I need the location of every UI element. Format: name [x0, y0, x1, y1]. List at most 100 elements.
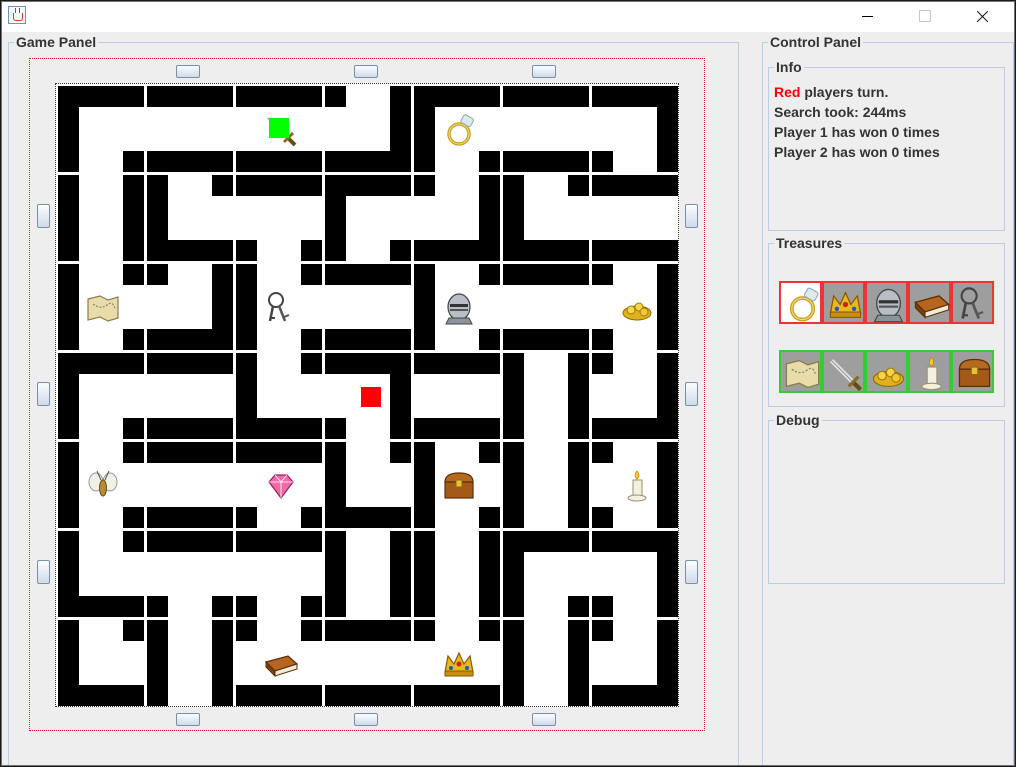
- turn-color: Red: [774, 84, 801, 100]
- maze-walls: [147, 264, 233, 350]
- maze-tile[interactable]: [414, 620, 500, 706]
- green-player-treasure-card: [908, 350, 951, 393]
- maze-tile[interactable]: [325, 531, 411, 617]
- maze-walls: [592, 531, 678, 617]
- maze-tile[interactable]: [503, 531, 589, 617]
- push-button-right-row-4[interactable]: [685, 382, 698, 406]
- maze-tile[interactable]: [592, 531, 678, 617]
- maze-tile[interactable]: [414, 86, 500, 172]
- player2-wins: Player 2 has won 0 times: [774, 144, 940, 160]
- push-button-right-row-2[interactable]: [685, 204, 698, 228]
- crown-icon: [829, 291, 862, 318]
- maze-tile[interactable]: [236, 264, 322, 350]
- minimize-button[interactable]: [844, 2, 890, 32]
- maze-walls: [503, 353, 589, 439]
- push-button-left-row-4[interactable]: [37, 382, 50, 406]
- maze-tile[interactable]: [414, 531, 500, 617]
- maze-walls: [503, 620, 589, 706]
- maze-tile[interactable]: [325, 620, 411, 706]
- app-window: Game Panel Control Panel Info Red player…: [1, 1, 1015, 766]
- push-button-left-row-6[interactable]: [37, 560, 50, 584]
- red-player-token: [361, 387, 381, 407]
- maze-tile[interactable]: [58, 353, 144, 439]
- keys-icon: [268, 292, 290, 322]
- maze-tile[interactable]: [58, 620, 144, 706]
- maze-tile[interactable]: [592, 620, 678, 706]
- maze-walls: [236, 353, 322, 439]
- red-player-treasure-card: [822, 281, 865, 324]
- maze-tile[interactable]: [236, 620, 322, 706]
- maze-tile[interactable]: [414, 264, 500, 350]
- maze-tile[interactable]: [325, 175, 411, 261]
- maze-tile[interactable]: [414, 175, 500, 261]
- maze-tile[interactable]: [414, 442, 500, 528]
- maze-tile[interactable]: [592, 353, 678, 439]
- maze-tile[interactable]: [592, 175, 678, 261]
- push-button-top-col-4[interactable]: [354, 65, 378, 78]
- chest-icon: [444, 472, 474, 499]
- maze-tile[interactable]: [414, 353, 500, 439]
- push-button-right-row-6[interactable]: [685, 560, 698, 584]
- maze-walls: [592, 175, 678, 261]
- maze-walls: [147, 531, 233, 617]
- maze-tile[interactable]: [147, 264, 233, 350]
- maze-tile[interactable]: [58, 175, 144, 261]
- close-button[interactable]: [959, 2, 1005, 32]
- debug-panel-title: Debug: [774, 411, 822, 429]
- green-player-treasure-card: [865, 350, 908, 393]
- red-player-treasure-card: [779, 281, 822, 324]
- maze-tile[interactable]: [58, 442, 144, 528]
- maze-walls: [592, 353, 678, 439]
- maze-walls: [236, 175, 322, 261]
- maze-tile[interactable]: [147, 175, 233, 261]
- maze-tile[interactable]: [592, 264, 678, 350]
- maze-tile[interactable]: [147, 86, 233, 172]
- maximize-button[interactable]: [901, 2, 947, 32]
- maze-tile[interactable]: [325, 86, 411, 172]
- push-button-bottom-col-4[interactable]: [354, 713, 378, 726]
- control-panel: Control Panel Info Red players turn. Sea…: [762, 33, 1014, 765]
- maze-tile[interactable]: [236, 175, 322, 261]
- push-button-bottom-col-2[interactable]: [176, 713, 200, 726]
- treasures-panel-title: Treasures: [774, 234, 845, 252]
- maze-tile[interactable]: [325, 442, 411, 528]
- helmet-icon: [873, 288, 904, 323]
- push-button-bottom-col-6[interactable]: [532, 713, 556, 726]
- maze-walls: [414, 175, 500, 261]
- maze-tile[interactable]: [592, 442, 678, 528]
- maze-tile[interactable]: [503, 353, 589, 439]
- treasures-panel: Treasures: [768, 234, 1005, 407]
- maze-tile[interactable]: [236, 86, 322, 172]
- maze-tile[interactable]: [58, 86, 144, 172]
- maze-walls: [414, 531, 500, 617]
- maze-tile[interactable]: [58, 531, 144, 617]
- maze-walls: [325, 264, 411, 350]
- maze-tile[interactable]: [325, 264, 411, 350]
- ring-icon: [447, 114, 474, 146]
- maze-tile[interactable]: [236, 531, 322, 617]
- push-button-top-col-2[interactable]: [176, 65, 200, 78]
- book-icon: [264, 655, 299, 678]
- maze-tile[interactable]: [503, 620, 589, 706]
- maze-tile[interactable]: [325, 353, 411, 439]
- maze-tile[interactable]: [503, 442, 589, 528]
- maze-tile[interactable]: [147, 531, 233, 617]
- maze-walls: [503, 531, 589, 617]
- push-button-left-row-2[interactable]: [37, 204, 50, 228]
- maze-tile[interactable]: [503, 175, 589, 261]
- maze-tile[interactable]: [236, 442, 322, 528]
- maze-walls: [147, 442, 233, 528]
- maze-tile[interactable]: [147, 353, 233, 439]
- maze-tile[interactable]: [147, 442, 233, 528]
- maze-tile[interactable]: [592, 86, 678, 172]
- maze-tile[interactable]: [58, 264, 144, 350]
- maze-tile[interactable]: [503, 86, 589, 172]
- red-player-treasure-card: [865, 281, 908, 324]
- maze-tile[interactable]: [503, 264, 589, 350]
- maze-walls: [58, 86, 144, 172]
- push-button-top-col-6[interactable]: [532, 65, 556, 78]
- maze-walls: [58, 620, 144, 706]
- maze-walls: [147, 353, 233, 439]
- maze-tile[interactable]: [147, 620, 233, 706]
- maze-tile[interactable]: [236, 353, 322, 439]
